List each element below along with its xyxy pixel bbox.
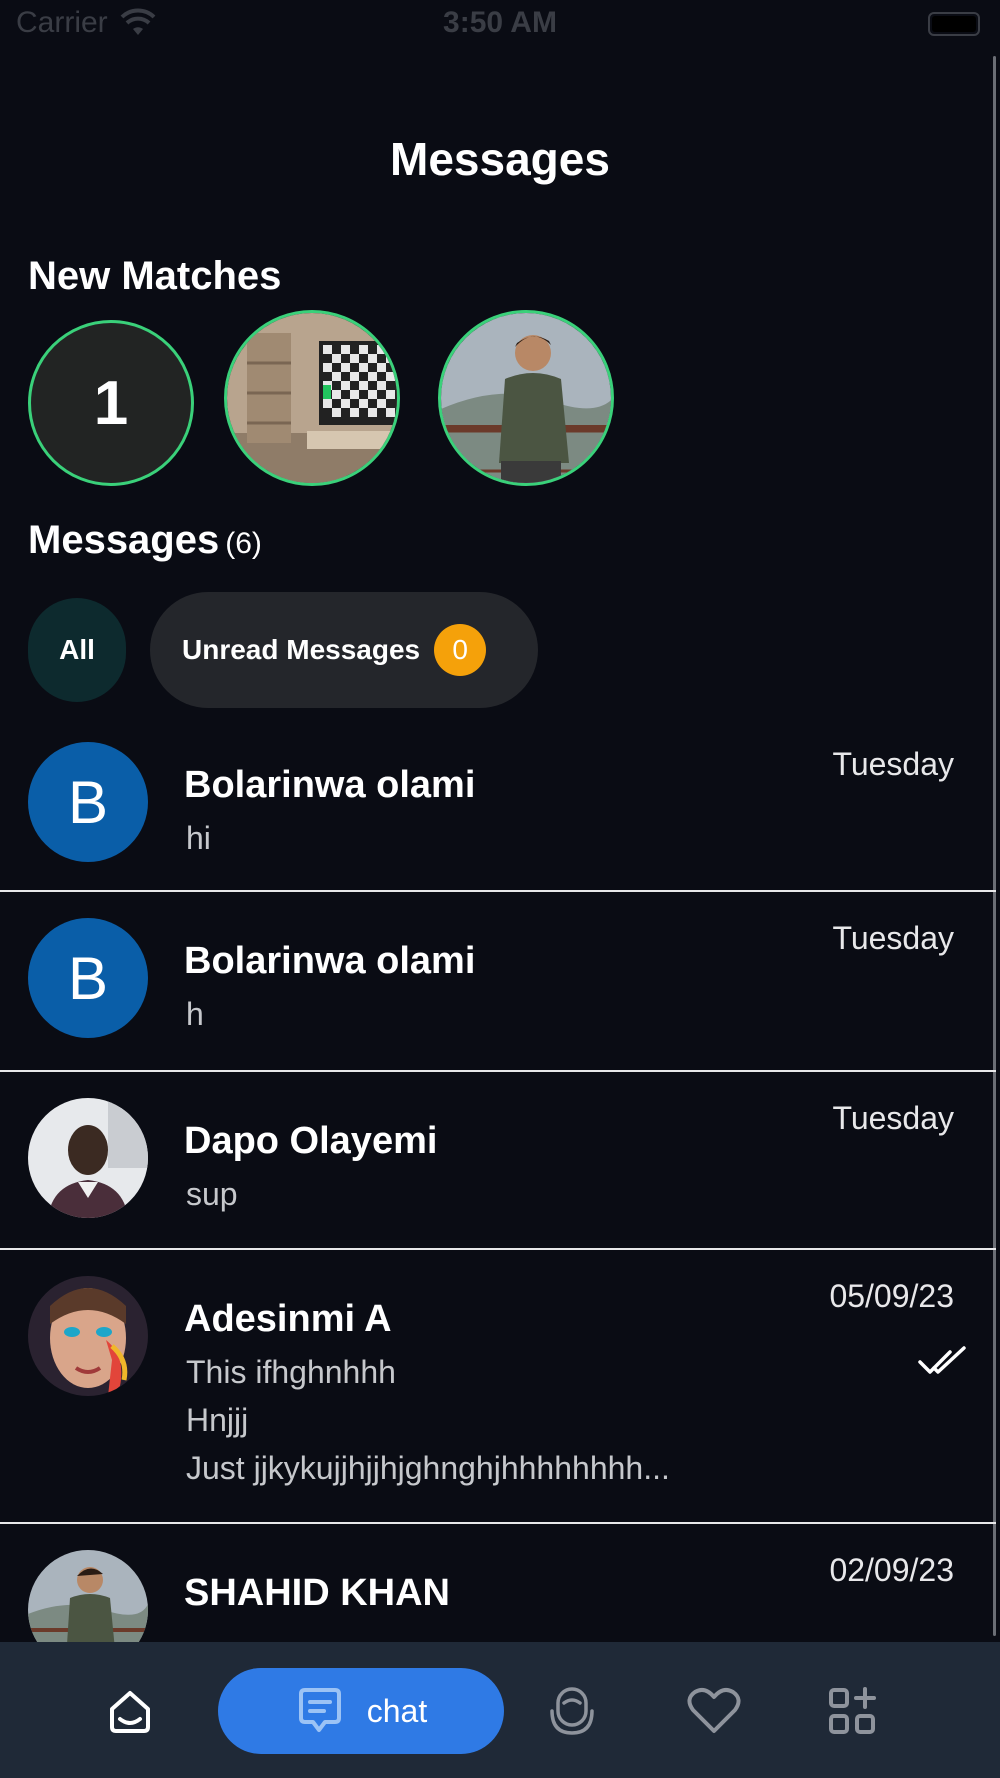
message-preview: sup (186, 1176, 238, 1212)
messages-heading: Messages (6) (28, 518, 262, 563)
message-date: 02/09/23 (829, 1552, 954, 1588)
person-photo (441, 313, 611, 483)
avatar-photo (28, 1550, 148, 1642)
home-icon (110, 1691, 150, 1733)
conversation-row[interactable]: Adesinmi A This ifhghnhhh Hnjjj Just jjk… (0, 1250, 996, 1524)
match-avatar[interactable] (438, 310, 614, 486)
conversation-row[interactable]: B Bolarinwa olami h Tuesday (0, 892, 996, 1072)
tab-chat-label: chat (366, 1692, 428, 1729)
avatar (28, 1550, 148, 1642)
avatar (28, 1276, 148, 1396)
battery-icon (928, 12, 980, 36)
filter-all-button[interactable]: All (28, 598, 126, 702)
clock: 3:50 AM (443, 6, 557, 39)
apps-add-icon (829, 1687, 876, 1734)
bottom-tab-bar: chat (0, 1642, 1000, 1778)
message-preview-line: Hnjjj (186, 1402, 249, 1438)
new-matches-row: 1 (0, 310, 1000, 490)
messages-count: (6) (225, 527, 262, 560)
contact-name: Bolarinwa olami (184, 940, 476, 982)
contact-name: Bolarinwa olami (184, 764, 476, 806)
microphone-icon (550, 1687, 594, 1735)
avatar-letter: B (67, 768, 109, 836)
message-preview: hi (186, 820, 211, 856)
filter-unread-button[interactable]: Unread Messages 0 (150, 592, 538, 708)
avatar-photo (28, 1276, 148, 1396)
room-photo (227, 313, 397, 483)
match-count-badge[interactable]: 1 (28, 320, 194, 486)
avatar: B (28, 918, 148, 1038)
message-preview-line: This ifhghnhhh (186, 1354, 396, 1390)
new-matches-heading: New Matches (28, 254, 282, 298)
conversation-row[interactable]: B Bolarinwa olami hi Tuesday (0, 722, 996, 892)
message-preview: This ifhghnhhh Hnjjj Just jjkykujjhjjhjg… (186, 1348, 670, 1492)
heart-icon (687, 1687, 741, 1733)
messages-heading-label: Messages (28, 518, 220, 562)
avatar: B (28, 742, 148, 862)
page-title: Messages (390, 133, 610, 185)
message-date: 05/09/23 (829, 1278, 954, 1314)
message-preview: h (186, 996, 204, 1032)
avatar-photo (28, 1098, 148, 1218)
filter-all-label: All (59, 634, 95, 665)
conversation-row[interactable]: SHAHID KHAN 02/09/23 (0, 1524, 996, 1642)
chat-icon (298, 1688, 341, 1732)
contact-name: Dapo Olayemi (184, 1120, 438, 1162)
conversation-list: B Bolarinwa olami hi Tuesday B Bolarinwa… (0, 722, 1000, 1642)
unread-count-badge: 0 (434, 624, 487, 676)
tab-voice[interactable] (540, 1668, 604, 1754)
tab-home[interactable] (98, 1668, 162, 1754)
message-date: Tuesday (832, 746, 954, 782)
match-count-value: 1 (93, 368, 129, 438)
avatar-letter: B (67, 944, 109, 1012)
contact-name: SHAHID KHAN (184, 1572, 450, 1614)
message-date: Tuesday (832, 920, 954, 956)
status-bar: Carrier 3:50 AM (0, 0, 1000, 50)
filter-unread-label: Unread Messages (182, 634, 421, 665)
message-date: Tuesday (832, 1100, 954, 1136)
match-avatar[interactable] (224, 310, 400, 486)
message-filters: All Unread Messages 0 (0, 592, 1000, 708)
tab-more[interactable] (820, 1668, 884, 1754)
tab-likes[interactable] (682, 1668, 746, 1754)
tab-chat[interactable]: chat (218, 1668, 504, 1754)
double-check-icon (918, 1346, 966, 1374)
message-preview-line: Just jjkykujjhjjhjghnghjhhhhhhhh... (186, 1450, 670, 1486)
contact-name: Adesinmi A (184, 1298, 392, 1340)
avatar (28, 1098, 148, 1218)
conversation-row[interactable]: Dapo Olayemi sup Tuesday (0, 1072, 996, 1250)
